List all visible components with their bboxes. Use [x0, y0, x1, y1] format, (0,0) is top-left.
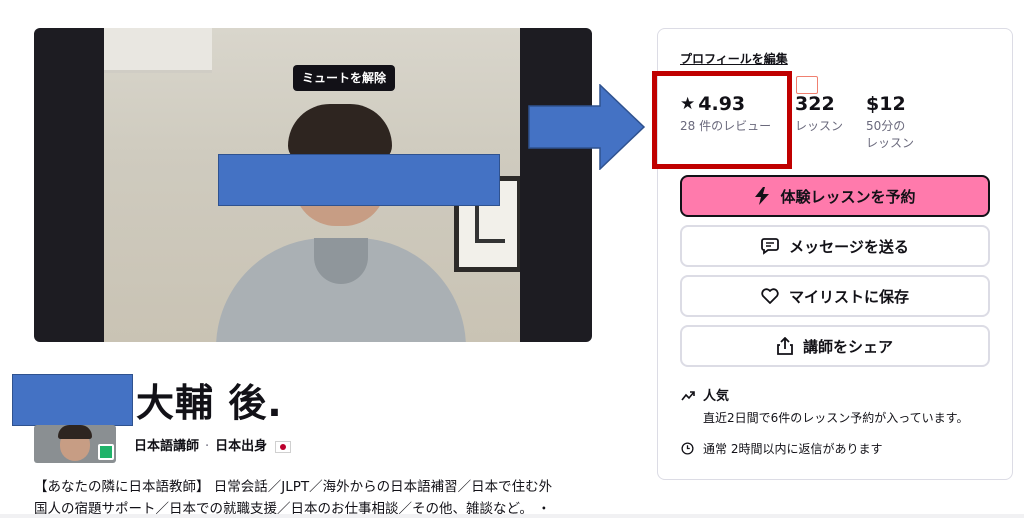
lessons-stat: 322 レッスン: [795, 92, 843, 135]
subtitle-separator: ·: [205, 439, 210, 454]
page-bottom-edge: [0, 514, 1024, 518]
face-censor-bar: [218, 154, 500, 206]
background-air-conditioner: [104, 28, 212, 73]
share-icon: [777, 337, 793, 355]
message-bubble-icon: [761, 238, 780, 255]
response-time-text: 通常 2時間以内に返信があります: [703, 442, 883, 456]
price-label: 50分の レッスン: [866, 118, 936, 152]
annotation-highlight-box: [652, 71, 792, 169]
japan-flag-icon: [275, 441, 292, 453]
share-tutor-label: 講師をシェア: [802, 337, 893, 356]
book-trial-lesson-button[interactable]: 体験レッスンを予約: [680, 175, 990, 217]
clock-icon: [681, 442, 694, 455]
heart-icon: [761, 288, 779, 304]
price-stat: $12 50分の レッスン: [866, 92, 936, 152]
headline-line-1: 【あなたの隣に日本語教師】 日常会話／JLPT／海外からの日本語補習／日本で住む…: [34, 479, 553, 495]
popular-description: 直近2日間で6件のレッスン予約が入っています。: [703, 411, 969, 425]
send-message-label: メッセージを送る: [789, 237, 909, 256]
online-status-indicator: [98, 444, 114, 460]
tutor-subtitle: 日本語講師 · 日本出身: [134, 438, 292, 456]
lightning-icon: [755, 187, 770, 205]
popular-title: 人気: [703, 389, 730, 404]
person-body: [216, 238, 466, 342]
price-label-line-1: 50分の: [866, 119, 906, 133]
annotation-small-mark: [796, 76, 818, 94]
price-value: $12: [866, 93, 906, 115]
send-message-button[interactable]: メッセージを送る: [680, 225, 990, 267]
unmute-button[interactable]: ミュートを解除: [293, 65, 396, 91]
price-label-line-2: レッスン: [866, 136, 915, 150]
tutor-role: 日本語講師: [134, 439, 200, 454]
save-to-list-label: マイリストに保存: [788, 287, 909, 306]
name-censor-bar: [12, 374, 133, 426]
book-trial-label: 体験レッスンを予約: [780, 187, 916, 206]
save-to-list-button[interactable]: マイリストに保存: [680, 275, 990, 317]
tutor-name: 大輔 後.: [136, 381, 283, 425]
lessons-label: レッスン: [795, 119, 844, 133]
share-tutor-button[interactable]: 講師をシェア: [680, 325, 990, 367]
lessons-value: 322: [795, 93, 835, 115]
annotation-arrow-icon: [528, 84, 646, 170]
tutor-origin: 日本出身: [215, 439, 268, 454]
trending-up-icon: [681, 391, 695, 401]
edit-profile-link[interactable]: プロフィールを編集: [680, 50, 788, 67]
